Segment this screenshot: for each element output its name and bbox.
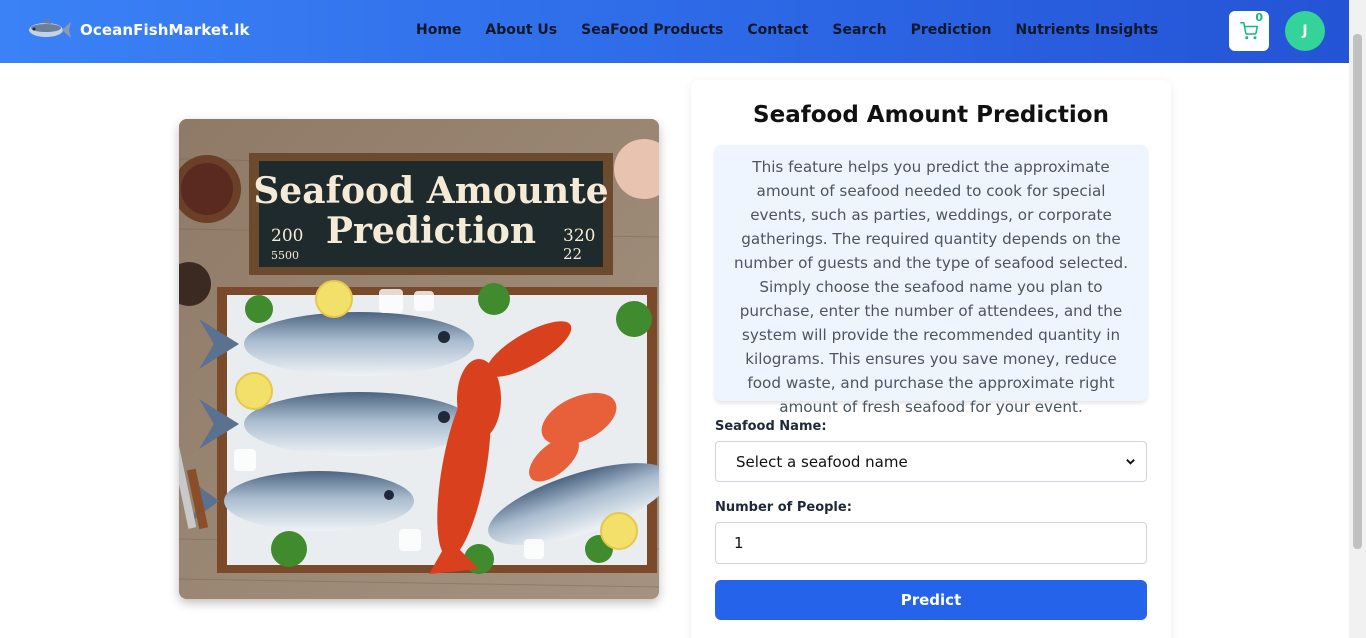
hero-sign-num-right-1: 320 (563, 226, 595, 246)
cart-button[interactable]: 0 (1229, 11, 1269, 51)
nav-seafood-products[interactable]: SeaFood Products (581, 22, 723, 38)
hero-sign-title: Seafood Amounte (253, 170, 608, 212)
brand[interactable]: OceanFishMarket.lk (24, 14, 250, 46)
hero-sign-num-right-2: 22 (563, 245, 582, 263)
brand-name: OceanFishMarket.lk (80, 21, 250, 39)
nav-prediction[interactable]: Prediction (911, 22, 992, 38)
nav-search[interactable]: Search (832, 22, 886, 38)
nav-about-us[interactable]: About Us (485, 22, 557, 38)
top-navbar: OceanFishMarket.lk Home About Us SeaFood… (0, 0, 1349, 63)
hero-sign-num-left-1: 200 (271, 226, 303, 246)
scrollbar-thumb[interactable] (1353, 34, 1362, 549)
number-of-people-value: 1 (734, 534, 744, 552)
predict-button[interactable]: Predict (715, 580, 1147, 620)
hero-sign-subtitle: Prediction (326, 210, 536, 252)
number-of-people-input[interactable]: 1 (715, 522, 1147, 564)
feature-description: This feature helps you predict the appro… (715, 145, 1147, 416)
page-title: Seafood Amount Prediction (753, 102, 1109, 128)
prediction-card: Seafood Amount Prediction This feature h… (691, 80, 1171, 638)
user-avatar[interactable]: J (1285, 11, 1325, 51)
seafood-name-selected: Select a seafood name (736, 452, 908, 471)
seafood-hero-image: Seafood Amounte Prediction 200 5500 320 … (179, 119, 659, 599)
fish-logo-icon (29, 18, 71, 38)
nav-nutrients-insights[interactable]: Nutrients Insights (1015, 22, 1158, 38)
nav-links: Home About Us SeaFood Products Contact S… (416, 22, 1182, 38)
number-of-people-label: Number of People: (715, 500, 852, 515)
chevron-down-icon (1126, 459, 1135, 465)
hero-sign-num-left-2: 5500 (271, 249, 299, 262)
page-scrollbar[interactable] (1349, 0, 1366, 638)
seafood-name-label: Seafood Name: (715, 419, 827, 434)
nav-contact[interactable]: Contact (747, 22, 808, 38)
seafood-name-select[interactable]: Select a seafood name (715, 441, 1147, 482)
cart-icon (1240, 22, 1258, 40)
nav-home[interactable]: Home (416, 22, 461, 38)
cart-count-badge: 0 (1255, 11, 1263, 24)
